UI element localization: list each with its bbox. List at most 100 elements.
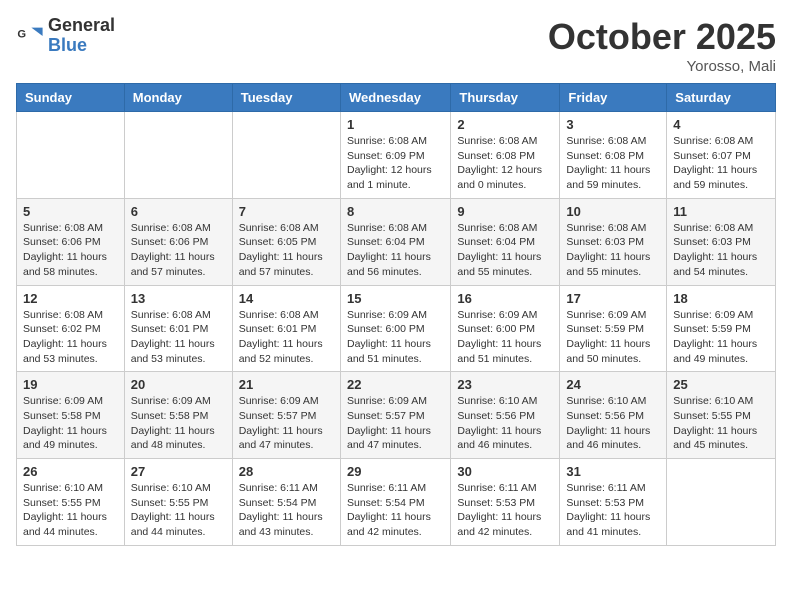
calendar-cell <box>667 459 776 546</box>
svg-text:G: G <box>17 28 26 40</box>
day-info: Sunrise: 6:09 AM Sunset: 5:59 PM Dayligh… <box>566 308 660 367</box>
day-number: 31 <box>566 464 660 479</box>
day-number: 8 <box>347 204 444 219</box>
day-number: 20 <box>131 377 226 392</box>
day-number: 5 <box>23 204 118 219</box>
day-info: Sunrise: 6:08 AM Sunset: 6:08 PM Dayligh… <box>457 134 553 193</box>
calendar-cell: 18Sunrise: 6:09 AM Sunset: 5:59 PM Dayli… <box>667 285 776 372</box>
day-info: Sunrise: 6:09 AM Sunset: 5:59 PM Dayligh… <box>673 308 769 367</box>
day-info: Sunrise: 6:11 AM Sunset: 5:54 PM Dayligh… <box>239 481 334 540</box>
calendar-cell: 10 Sunrise: 6:08 AM Sunset: 6:03 PM Dayli… <box>560 198 667 285</box>
calendar-cell: 6Sunrise: 6:08 AM Sunset: 6:06 PM Daylig… <box>124 198 232 285</box>
calendar-cell: 30Sunrise: 6:11 AM Sunset: 5:53 PM Dayli… <box>451 459 560 546</box>
calendar-cell: 14 Sunrise: 6:08 AM Sunset: 6:01 PM Dayli… <box>232 285 340 372</box>
day-number: 15 <box>347 291 444 306</box>
calendar-cell: 19 Sunrise: 6:09 AM Sunset: 5:58 PM Dayli… <box>17 372 125 459</box>
day-info: Sunrise: 6:08 AM Sunset: 6:01 PM Dayligh… <box>131 308 226 367</box>
day-number: 27 <box>131 464 226 479</box>
col-header-sunday: Sunday <box>17 84 125 112</box>
day-info: Sunrise: 6:09 AM Sunset: 6:00 PM Dayligh… <box>347 308 444 367</box>
week-row-1: 1Sunrise: 6:08 AM Sunset: 6:09 PM Daylig… <box>17 112 776 199</box>
day-info: Sunrise: 6:08 AM Sunset: 6:03 PM Dayligh… <box>566 221 660 280</box>
day-number: 29 <box>347 464 444 479</box>
day-number: 3 <box>566 117 660 132</box>
day-number: 14 <box>239 291 334 306</box>
col-header-thursday: Thursday <box>451 84 560 112</box>
day-number: 2 <box>457 117 553 132</box>
calendar-cell: 28 Sunrise: 6:11 AM Sunset: 5:54 PM Dayli… <box>232 459 340 546</box>
calendar-cell: 1Sunrise: 6:08 AM Sunset: 6:09 PM Daylig… <box>340 112 450 199</box>
calendar-header-row: SundayMondayTuesdayWednesdayThursdayFrid… <box>17 84 776 112</box>
day-number: 10 <box>566 204 660 219</box>
day-info: Sunrise: 6:10 AM Sunset: 5:55 PM Dayligh… <box>673 394 769 453</box>
day-number: 11 <box>673 204 769 219</box>
day-number: 23 <box>457 377 553 392</box>
calendar-cell: 2 Sunrise: 6:08 AM Sunset: 6:08 PM Daylig… <box>451 112 560 199</box>
day-info: Sunrise: 6:10 AM Sunset: 5:56 PM Dayligh… <box>457 394 553 453</box>
logo-blue-text: Blue <box>48 36 115 56</box>
day-info: Sunrise: 6:08 AM Sunset: 6:08 PM Dayligh… <box>566 134 660 193</box>
day-info: Sunrise: 6:08 AM Sunset: 6:03 PM Dayligh… <box>673 221 769 280</box>
week-row-3: 12 Sunrise: 6:08 AM Sunset: 6:02 PM Dayli… <box>17 285 776 372</box>
calendar-cell: 23 Sunrise: 6:10 AM Sunset: 5:56 PM Dayli… <box>451 372 560 459</box>
day-info: Sunrise: 6:11 AM Sunset: 5:53 PM Dayligh… <box>566 481 660 540</box>
day-info: Sunrise: 6:10 AM Sunset: 5:55 PM Dayligh… <box>23 481 118 540</box>
day-info: Sunrise: 6:08 AM Sunset: 6:01 PM Dayligh… <box>239 308 334 367</box>
day-number: 1 <box>347 117 444 132</box>
calendar-table: SundayMondayTuesdayWednesdayThursdayFrid… <box>16 83 776 546</box>
calendar-cell: 22Sunrise: 6:09 AM Sunset: 5:57 PM Dayli… <box>340 372 450 459</box>
calendar-cell: 5 Sunrise: 6:08 AM Sunset: 6:06 PM Daylig… <box>17 198 125 285</box>
day-number: 25 <box>673 377 769 392</box>
week-row-2: 5 Sunrise: 6:08 AM Sunset: 6:06 PM Daylig… <box>17 198 776 285</box>
month-title: October 2025 <box>548 16 776 58</box>
calendar-cell: 13 Sunrise: 6:08 AM Sunset: 6:01 PM Dayli… <box>124 285 232 372</box>
logo-general-text: General <box>48 16 115 36</box>
calendar-cell: 26 Sunrise: 6:10 AM Sunset: 5:55 PM Dayli… <box>17 459 125 546</box>
calendar-cell: 29 Sunrise: 6:11 AM Sunset: 5:54 PM Dayli… <box>340 459 450 546</box>
calendar-cell: 31 Sunrise: 6:11 AM Sunset: 5:53 PM Dayli… <box>560 459 667 546</box>
week-row-4: 19 Sunrise: 6:09 AM Sunset: 5:58 PM Dayli… <box>17 372 776 459</box>
day-info: Sunrise: 6:08 AM Sunset: 6:06 PM Dayligh… <box>23 221 118 280</box>
day-number: 16 <box>457 291 553 306</box>
day-number: 26 <box>23 464 118 479</box>
calendar-cell: 3 Sunrise: 6:08 AM Sunset: 6:08 PM Daylig… <box>560 112 667 199</box>
day-number: 24 <box>566 377 660 392</box>
day-number: 9 <box>457 204 553 219</box>
week-row-5: 26 Sunrise: 6:10 AM Sunset: 5:55 PM Dayli… <box>17 459 776 546</box>
calendar-cell: 27 Sunrise: 6:10 AM Sunset: 5:55 PM Dayli… <box>124 459 232 546</box>
day-number: 17 <box>566 291 660 306</box>
day-info: Sunrise: 6:11 AM Sunset: 5:54 PM Dayligh… <box>347 481 444 540</box>
day-info: Sunrise: 6:09 AM Sunset: 5:57 PM Dayligh… <box>239 394 334 453</box>
calendar-cell <box>124 112 232 199</box>
day-info: Sunrise: 6:09 AM Sunset: 5:57 PM Dayligh… <box>347 394 444 453</box>
day-number: 21 <box>239 377 334 392</box>
day-number: 28 <box>239 464 334 479</box>
location-subtitle: Yorosso, Mali <box>548 58 776 75</box>
day-number: 12 <box>23 291 118 306</box>
day-number: 7 <box>239 204 334 219</box>
day-info: Sunrise: 6:08 AM Sunset: 6:04 PM Dayligh… <box>347 221 444 280</box>
day-info: Sunrise: 6:08 AM Sunset: 6:07 PM Dayligh… <box>673 134 769 193</box>
day-number: 13 <box>131 291 226 306</box>
col-header-tuesday: Tuesday <box>232 84 340 112</box>
logo-icon: G <box>16 22 44 50</box>
calendar-cell <box>232 112 340 199</box>
col-header-wednesday: Wednesday <box>340 84 450 112</box>
day-info: Sunrise: 6:08 AM Sunset: 6:02 PM Dayligh… <box>23 308 118 367</box>
day-info: Sunrise: 6:10 AM Sunset: 5:56 PM Dayligh… <box>566 394 660 453</box>
day-number: 30 <box>457 464 553 479</box>
calendar-cell: 7Sunrise: 6:08 AM Sunset: 6:05 PM Daylig… <box>232 198 340 285</box>
day-number: 19 <box>23 377 118 392</box>
day-info: Sunrise: 6:09 AM Sunset: 5:58 PM Dayligh… <box>23 394 118 453</box>
col-header-friday: Friday <box>560 84 667 112</box>
page-header: G General Blue October 2025 Yorosso, Mal… <box>16 16 776 75</box>
calendar-cell: 25 Sunrise: 6:10 AM Sunset: 5:55 PM Dayli… <box>667 372 776 459</box>
calendar-cell: 11 Sunrise: 6:08 AM Sunset: 6:03 PM Dayli… <box>667 198 776 285</box>
day-info: Sunrise: 6:10 AM Sunset: 5:55 PM Dayligh… <box>131 481 226 540</box>
day-info: Sunrise: 6:08 AM Sunset: 6:04 PM Dayligh… <box>457 221 553 280</box>
day-info: Sunrise: 6:08 AM Sunset: 6:06 PM Dayligh… <box>131 221 226 280</box>
col-header-saturday: Saturday <box>667 84 776 112</box>
calendar-cell: 4Sunrise: 6:08 AM Sunset: 6:07 PM Daylig… <box>667 112 776 199</box>
calendar-cell: 16Sunrise: 6:09 AM Sunset: 6:00 PM Dayli… <box>451 285 560 372</box>
col-header-monday: Monday <box>124 84 232 112</box>
